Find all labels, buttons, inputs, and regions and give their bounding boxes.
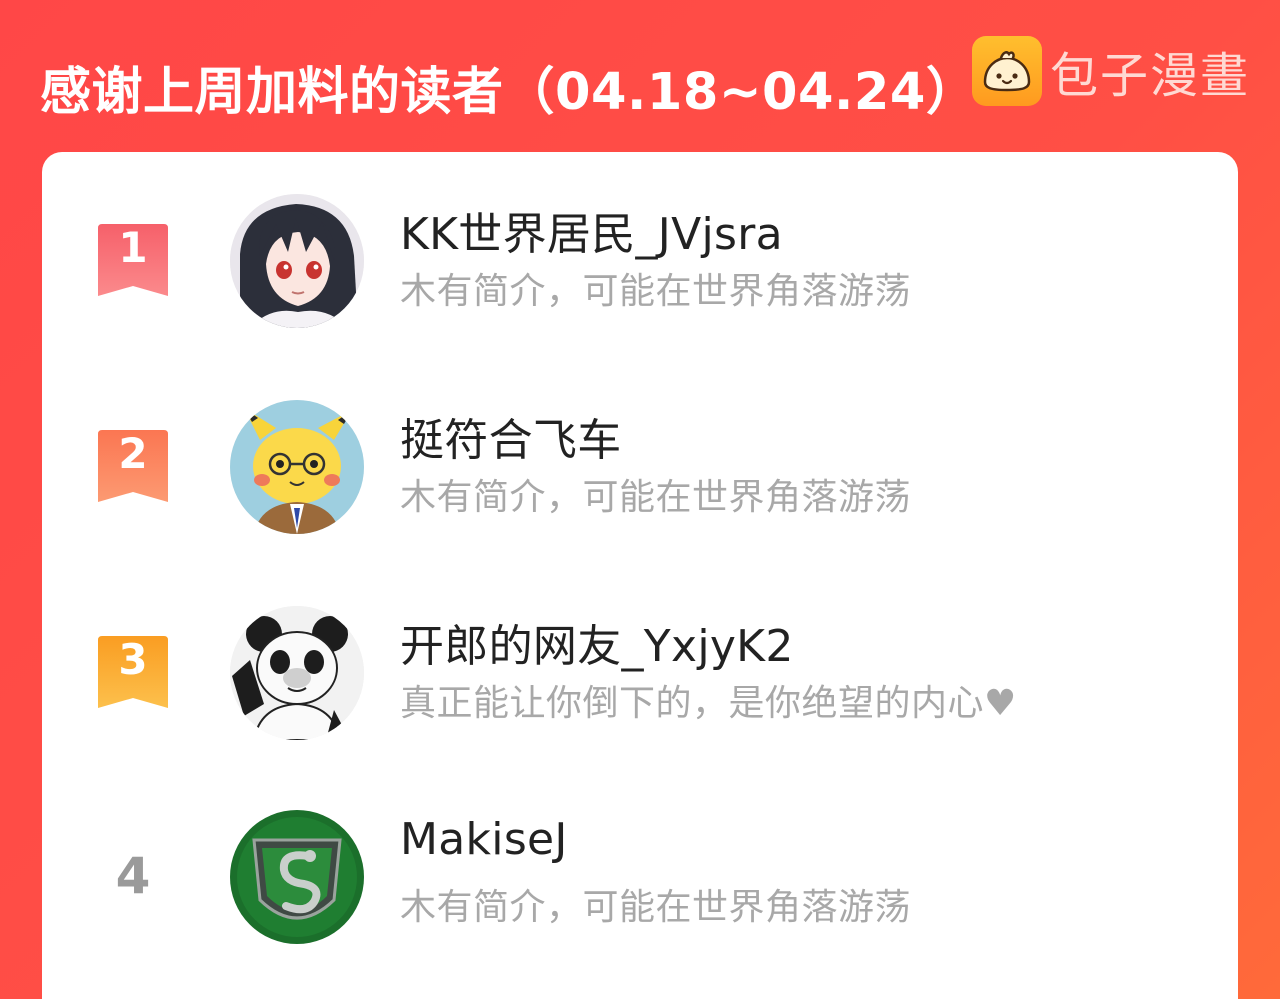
page-title: 感谢上周加料的读者（04.18~04.24）	[40, 63, 978, 122]
rank-number: 1	[118, 223, 148, 272]
pikachu-avatar[interactable]	[230, 400, 364, 534]
list-item[interactable]: 4 MakiseJ 木有简介，可能在世界角落游荡	[42, 808, 1238, 948]
user-bio: 真正能让你倒下的，是你绝望的内心♥	[400, 683, 1017, 724]
rank-ribbon-icon: 2	[98, 430, 168, 504]
panda-meme-avatar[interactable]	[230, 606, 364, 740]
anime-girl-avatar[interactable]	[230, 194, 364, 328]
rank-ribbon-icon: 1	[98, 224, 168, 298]
bun-logo-icon	[972, 36, 1042, 106]
brand-name: 包子漫畫	[1050, 48, 1251, 104]
user-bio: 木有简介，可能在世界角落游荡	[400, 271, 912, 312]
rank-number: 2	[118, 429, 148, 478]
reader-list-card: 1 KK世界居民_JVjsra 木有简介，可能在世界角落游荡 2 挺符合飞车 木…	[42, 152, 1238, 999]
list-item[interactable]: 3 开郎的网友_YxjyK2 真正能让你倒下的，是你绝望的内心♥	[42, 604, 1238, 744]
rank-number: 3	[118, 635, 148, 684]
page: 感谢上周加料的读者（04.18~04.24） 包子漫畫 1 KK世界居民_JVj…	[0, 0, 1280, 999]
user-name[interactable]: 挺符合飞车	[400, 404, 622, 468]
user-name[interactable]: 开郎的网友_YxjyK2	[400, 610, 794, 674]
serpent-crest-avatar[interactable]	[230, 810, 364, 944]
list-item[interactable]: 1 KK世界居民_JVjsra 木有简介，可能在世界角落游荡	[42, 192, 1238, 332]
user-bio: 木有简介，可能在世界角落游荡	[400, 887, 912, 928]
user-name[interactable]: KK世界居民_JVjsra	[400, 198, 783, 262]
brand[interactable]: 包子漫畫	[972, 35, 1250, 107]
user-name[interactable]: MakiseJ	[400, 814, 568, 865]
user-bio: 木有简介，可能在世界角落游荡	[400, 477, 912, 518]
rank-number: 4	[115, 847, 151, 905]
list-item[interactable]: 2 挺符合飞车 木有简介，可能在世界角落游荡	[42, 398, 1238, 538]
rank-ribbon-icon: 3	[98, 636, 168, 710]
